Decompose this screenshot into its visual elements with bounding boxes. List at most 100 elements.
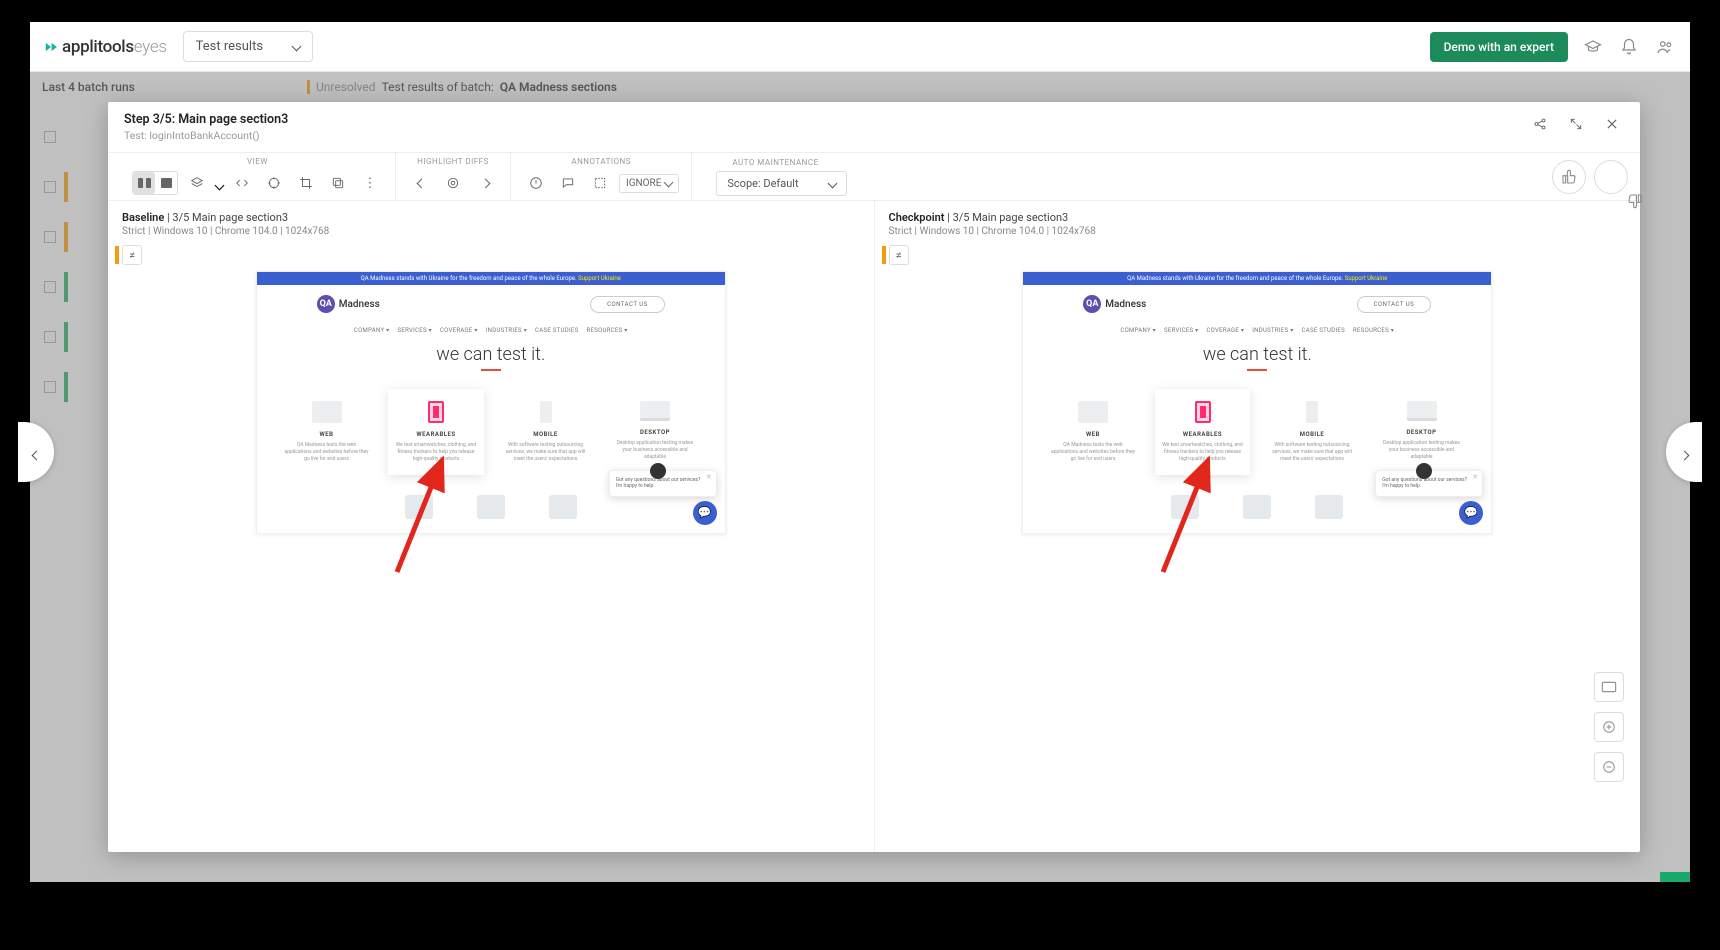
- card-desc: With software testing outsourcing servic…: [1268, 442, 1356, 463]
- card-desktop: DESKTOP Desktop application testing makes…: [1374, 389, 1470, 475]
- card-desc: QA Madness tests the web applications an…: [283, 442, 371, 463]
- more-icon[interactable]: ⋮: [357, 170, 383, 196]
- issue-icon[interactable]: [523, 170, 549, 196]
- chevron-left-icon: [418, 176, 425, 191]
- contact-button: CONTACT US: [1357, 296, 1432, 313]
- fit-screen-button[interactable]: [1594, 672, 1624, 702]
- region-icon[interactable]: [587, 170, 613, 196]
- thumbs-up-button[interactable]: [1552, 160, 1586, 194]
- layers-icon[interactable]: [184, 170, 210, 196]
- card-title: DESKTOP: [611, 429, 699, 436]
- step-viewer-modal: Step 3/5: Main page section3 Test: login…: [108, 102, 1640, 852]
- modal-subtitle: Test: loginIntoBankAccount(): [124, 129, 1516, 142]
- nav-item: COMPANY ▾: [1120, 327, 1156, 334]
- site-header: QA Madness CONTACT US: [1023, 285, 1491, 323]
- diff-indicator[interactable]: ≠: [889, 245, 909, 265]
- graduation-icon[interactable]: [1582, 36, 1604, 58]
- site-header: QAMadness CONTACT US: [257, 285, 725, 323]
- users-icon[interactable]: [1654, 36, 1676, 58]
- monitor-icon: [640, 401, 670, 421]
- close-icon[interactable]: [1600, 112, 1624, 136]
- pane-separator: |: [167, 211, 170, 224]
- view-mode-toggle[interactable]: [132, 171, 178, 195]
- card-desc: Desktop application testing makes your b…: [611, 440, 699, 461]
- hero-underline: [481, 369, 501, 371]
- logo-icon: [549, 495, 577, 519]
- chevron-down-icon: [293, 39, 300, 54]
- toolbar: VIEW ⋮ HIGHLIGHT DIFFS: [108, 153, 1640, 201]
- hero-text: we can test it.: [257, 344, 725, 365]
- zoom-out-button[interactable]: [1594, 752, 1624, 782]
- scope-dropdown[interactable]: Scope: Default: [716, 171, 846, 196]
- banner-link: Support Ukraine: [1345, 275, 1388, 282]
- group-label: AUTO MAINTENANCE: [732, 158, 818, 167]
- dropdown-label: Test results: [196, 39, 263, 54]
- nav-item: CASE STUDIES: [535, 327, 578, 334]
- nav-item: COMPANY ▾: [354, 327, 390, 334]
- site-nav: COMPANY ▾ SERVICES ▾ COVERAGE ▾ INDUSTRI…: [257, 323, 725, 338]
- card-desc: Desktop application testing makes your b…: [1378, 440, 1466, 461]
- qa-logo-icon: QA: [1083, 295, 1101, 313]
- chevron-left-icon: [33, 440, 40, 464]
- bell-icon[interactable]: [1618, 36, 1640, 58]
- card-desktop: DESKTOP Desktop application testing makes…: [607, 389, 703, 475]
- contact-button: CONTACT US: [590, 296, 665, 313]
- monitor-icon: [1407, 401, 1437, 421]
- test-results-dropdown[interactable]: Test results: [183, 31, 313, 62]
- pane-crumb: 3/5 Main page section3: [172, 211, 288, 224]
- pane-header: Baseline | 3/5 Main page section3: [122, 211, 860, 224]
- copy-icon[interactable]: [325, 170, 351, 196]
- card-web: WEB QA Madness tests the web applications…: [279, 389, 375, 475]
- bottom-status-indicator: [1660, 872, 1690, 882]
- group-label: HIGHLIGHT DIFFS: [417, 157, 489, 166]
- chat-popup: ✕Got any questions about our services? I…: [609, 470, 717, 497]
- phone-icon: [540, 401, 552, 423]
- nav-item: INDUSTRIES ▾: [1252, 327, 1293, 334]
- logo-icon: [477, 495, 505, 519]
- nav-item: INDUSTRIES ▾: [486, 327, 527, 334]
- share-icon[interactable]: [1528, 112, 1552, 136]
- qa-logo: QAMadness: [317, 295, 380, 313]
- crop-icon[interactable]: [293, 170, 319, 196]
- single-view-icon[interactable]: [155, 172, 177, 194]
- checkpoint-screenshot[interactable]: QA Madness stands with Ukraine for the f…: [889, 271, 1627, 842]
- comment-icon[interactable]: [555, 170, 581, 196]
- logo-text-light: eyes: [134, 37, 167, 57]
- compare-view: Baseline | 3/5 Main page section3 Strict…: [108, 201, 1640, 852]
- card-mobile: MOBILE With software testing outsourcing …: [1264, 389, 1360, 475]
- banner-text: QA Madness stands with Ukraine for the f…: [1127, 275, 1343, 282]
- baseline-screenshot[interactable]: QA Madness stands with Ukraine for the f…: [122, 271, 860, 842]
- laptop-icon: [1078, 401, 1108, 423]
- pane-meta: Strict | Windows 10 | Chrome 104.0 | 102…: [889, 226, 1627, 237]
- pane-meta: Strict | Windows 10 | Chrome 104.0 | 102…: [122, 226, 860, 237]
- annotations-group: ANNOTATIONS IGNORE: [511, 153, 692, 200]
- qa-logo-text: Madness: [1105, 299, 1146, 310]
- code-icon[interactable]: [229, 170, 255, 196]
- prev-diff-icon[interactable]: [408, 170, 434, 196]
- pane-crumb: 3/5 Main page section3: [953, 211, 1069, 224]
- auto-maintenance-group: AUTO MAINTENANCE Scope: Default: [692, 153, 858, 200]
- select-diff-icon[interactable]: [440, 170, 466, 196]
- card-title: DESKTOP: [1378, 429, 1466, 436]
- annotation-arrow-icon: [1153, 442, 1233, 582]
- banner-link: Support Ukraine: [578, 275, 621, 282]
- qa-logo: QA Madness: [1083, 295, 1146, 313]
- card-mobile: MOBILEWith software testing outsourcing …: [498, 389, 594, 475]
- demo-button[interactable]: Demo with an expert: [1430, 32, 1568, 62]
- ignore-dropdown[interactable]: IGNORE: [619, 174, 679, 193]
- applitools-logo[interactable]: applitoolseyes: [44, 37, 167, 57]
- ignore-label: IGNORE: [626, 178, 661, 189]
- expand-icon[interactable]: [1564, 112, 1588, 136]
- side-by-side-icon[interactable]: [133, 172, 155, 194]
- card-title: WEB: [283, 431, 371, 438]
- nav-item: COVERAGE ▾: [440, 327, 478, 334]
- card-desc: With software testing outsourcing servic…: [502, 442, 590, 463]
- diff-indicator[interactable]: ≠: [122, 245, 142, 265]
- next-diff-icon[interactable]: [472, 170, 498, 196]
- card-title: MOBILE: [1268, 431, 1356, 438]
- thumbs-down-button[interactable]: [1594, 160, 1628, 194]
- zoom-in-button[interactable]: [1594, 712, 1624, 742]
- baseline-pane: Baseline | 3/5 Main page section3 Strict…: [108, 201, 875, 852]
- target-icon[interactable]: [261, 170, 287, 196]
- chevron-down-icon[interactable]: [216, 174, 223, 193]
